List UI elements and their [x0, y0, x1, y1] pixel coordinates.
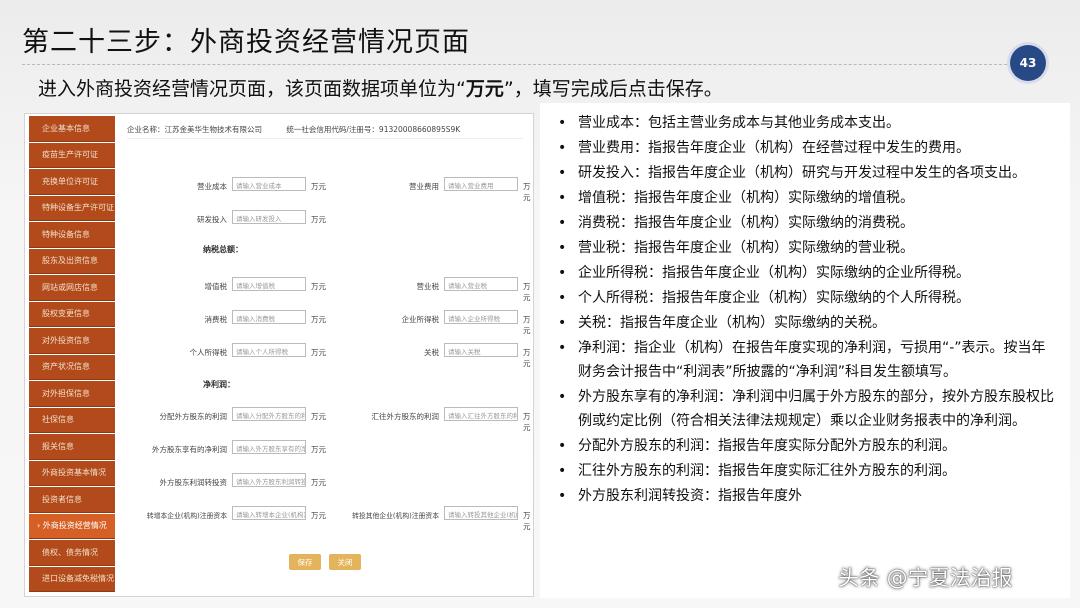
reinvest-domestic-capital-input[interactable]: 请输入转增本企业(机构)注册资本: [232, 506, 306, 520]
company-name: 企业名称：江苏金美华生物技术有限公司: [127, 125, 262, 134]
reinvest-other-capital-label: 转投其他企业(机构)注册资本: [352, 512, 439, 520]
sidebar-item-social-security[interactable]: 社保信息: [29, 407, 115, 433]
form-header: 企业名称：江苏金美华生物技术有限公司 统一社会信用代码/注册号：91320008…: [127, 124, 523, 139]
sidebar-item-shareholders[interactable]: 股东及出资信息: [29, 248, 115, 274]
unit-label: 万元: [311, 412, 326, 421]
corporate-income-tax-label: 企业所得税: [401, 315, 440, 324]
field-definitions-panel: 营业成本：包括主营业务成本与其他业务成本支出。 营业费用：指报告年度企业（机构）…: [540, 103, 1070, 598]
section-net-profit: 净利润：: [203, 380, 235, 389]
sidebar-item-import-tax-exemption[interactable]: 进口设备减免税情况: [29, 566, 115, 592]
instruction-prefix: 进入外商投资经营情况页面，该页面数据项单位为“: [38, 78, 466, 100]
consumption-tax-input[interactable]: 请输入消费税: [232, 310, 306, 324]
definition-item: 个人所得税：指报告年度企业（机构）实际缴纳的个人所得税。: [558, 286, 1058, 310]
business-tax-input[interactable]: 请输入营业税: [444, 277, 518, 291]
sidebar-menu: 企业基本信息 疫苗生产许可证 充换单位许可证 特种设备生产许可证 特种设备信息 …: [29, 116, 115, 594]
definition-item: 关税：指报告年度企业（机构）实际缴纳的关税。: [558, 311, 1058, 335]
profit-to-foreign-label: 分配外方股东的利润: [159, 412, 228, 421]
definition-item: 营业成本：包括主营业务成本与其他业务成本支出。: [558, 111, 1058, 135]
foreign-net-profit-label: 外方股东享有的净利润: [152, 445, 227, 454]
definitions-list: 营业成本：包括主营业务成本与其他业务成本支出。 营业费用：指报告年度企业（机构）…: [558, 111, 1058, 508]
system-screenshot: 企业基本信息 疫苗生产许可证 充换单位许可证 特种设备生产许可证 特种设备信息 …: [24, 113, 534, 597]
unit-label: 万元: [523, 282, 531, 302]
customs-duty-label: 关税: [424, 348, 439, 357]
sidebar-item-special-equipment-info[interactable]: 特种设备信息: [29, 222, 115, 248]
foreign-profit-reinvest-input[interactable]: 请输入外方股东利润转投资: [232, 473, 306, 487]
vat-input[interactable]: 请输入增值税: [232, 277, 306, 291]
foreign-profit-reinvest-label: 外方股东利润转投资: [159, 478, 228, 487]
definition-item: 分配外方股东的利润：指报告年度实际分配外方股东的利润。: [558, 434, 1058, 458]
corporate-income-tax-input[interactable]: 请输入企业所得税: [444, 310, 518, 324]
definition-item: 营业税：指报告年度企业（机构）实际缴纳的营业税。: [558, 236, 1058, 260]
definition-item: 汇往外方股东的利润：指报告年度实际汇往外方股东的利润。: [558, 459, 1058, 483]
definition-item: 消费税：指报告年度企业（机构）实际缴纳的消费税。: [558, 211, 1058, 235]
save-button[interactable]: 保存: [289, 554, 321, 570]
definition-item: 营业费用：指报告年度企业（机构）在经营过程中发生的费用。: [558, 136, 1058, 160]
foreign-net-profit-input[interactable]: 请输入外方股东享有的净利润: [232, 440, 306, 454]
sidebar-item-charging-license[interactable]: 充换单位许可证: [29, 169, 115, 195]
unit-label: 万元: [523, 511, 531, 531]
unit-label: 万元: [311, 445, 326, 454]
credit-code: 统一社会信用代码/注册号：91320008660895S9K: [286, 125, 461, 134]
definition-item: 净利润：指企业（机构）在报告年度实现的净利润，亏损用“-”表示。按当年财务会计报…: [558, 336, 1058, 384]
watermark: 头条 @宁夏法治报: [838, 566, 1013, 590]
operations-form: 企业名称：江苏金美华生物技术有限公司 统一社会信用代码/注册号：91320008…: [117, 114, 533, 596]
definition-item: 外方股东享有的净利润：净利润中归属于外方股东的部分，按外方股东股权比例或约定比例…: [558, 385, 1058, 433]
personal-income-tax-label: 个人所得税: [189, 348, 228, 357]
sidebar-item-assets[interactable]: 资产状况信息: [29, 354, 115, 380]
slide-title: 第二十三步：外商投资经营情况页面: [22, 27, 470, 58]
sidebar-item-customs[interactable]: 报关信息: [29, 434, 115, 460]
unit-label: 万元: [523, 315, 531, 335]
sidebar-item-equity-change[interactable]: 股权变更信息: [29, 301, 115, 327]
definition-item: 外方股东利润转投资：指报告年度外: [558, 484, 1058, 508]
sidebar-item-guarantees[interactable]: 对外担保信息: [29, 381, 115, 407]
section-total-tax: 纳税总额：: [203, 245, 243, 254]
business-tax-label: 营业税: [416, 282, 440, 291]
unit-label: 万元: [311, 182, 326, 191]
sidebar-item-company-basic-info[interactable]: 企业基本信息: [29, 116, 115, 142]
consumption-tax-label: 消费税: [204, 315, 228, 324]
sidebar-item-website[interactable]: 网站或网店信息: [29, 275, 115, 301]
sidebar-item-fdi-basic[interactable]: 外商投资基本情况: [29, 460, 115, 486]
sidebar-item-fdi-operations[interactable]: › 外商投资经营情况: [29, 513, 115, 539]
unit-label: 万元: [523, 182, 531, 202]
instruction-text: 进入外商投资经营情况页面，该页面数据项单位为“万元”，填写完成后点击保存。: [38, 74, 723, 101]
unit-label: 万元: [311, 215, 326, 224]
personal-income-tax-input[interactable]: 请输入个人所得税: [232, 343, 306, 357]
title-divider: [22, 64, 1012, 65]
remitted-profit-label: 汇往外方股东的利润: [371, 412, 440, 421]
sidebar-item-investors[interactable]: 投资者信息: [29, 487, 115, 513]
sidebar-item-special-equipment-license[interactable]: 特种设备生产许可证: [29, 195, 115, 221]
sidebar-item-debts[interactable]: 债权、债务情况: [29, 540, 115, 566]
unit-label: 万元: [311, 511, 326, 520]
sidebar-item-vaccine-license[interactable]: 疫苗生产许可证: [29, 142, 115, 168]
unit-label: 万元: [523, 348, 531, 368]
sidebar-item-outbound-investment[interactable]: 对外投资信息: [29, 328, 115, 354]
rd-investment-input[interactable]: 请输入研发投入: [232, 210, 306, 224]
rd-investment-label: 研发投入: [197, 215, 227, 224]
vat-label: 增值税: [204, 282, 228, 291]
operating-cost-input[interactable]: 请输入营业成本: [232, 177, 306, 191]
definition-item: 增值税：指报告年度企业（机构）实际缴纳的增值税。: [558, 186, 1058, 210]
operating-expense-label: 营业费用: [409, 182, 439, 191]
close-button[interactable]: 关闭: [329, 554, 361, 570]
operating-cost-label: 营业成本: [197, 182, 227, 191]
customs-duty-input[interactable]: 请输入关税: [444, 343, 518, 357]
reinvest-domestic-capital-label: 转增本企业(机构)注册资本: [146, 512, 227, 520]
definition-item: 企业所得税：指报告年度企业（机构）实际缴纳的企业所得税。: [558, 261, 1058, 285]
reinvest-other-capital-input[interactable]: 请输入转投其他企业(机构)注册资本: [444, 506, 518, 520]
unit-label: 万元: [311, 478, 326, 487]
instruction-suffix: ”，填写完成后点击保存。: [503, 78, 723, 100]
unit-label: 万元: [311, 348, 326, 357]
definition-item: 研发投入：指报告年度企业（机构）研究与开发过程中发生的各项支出。: [558, 161, 1058, 185]
remitted-profit-input[interactable]: 请输入汇往外方股东的利润: [444, 407, 518, 421]
unit-label: 万元: [311, 315, 326, 324]
unit-label: 万元: [523, 412, 531, 432]
page-number-badge: 43: [1010, 45, 1046, 81]
operating-expense-input[interactable]: 请输入营业费用: [444, 177, 518, 191]
profit-to-foreign-input[interactable]: 请输入分配外方股东的利润: [232, 407, 306, 421]
unit-label: 万元: [311, 282, 326, 291]
instruction-unit: 万元: [465, 78, 504, 100]
